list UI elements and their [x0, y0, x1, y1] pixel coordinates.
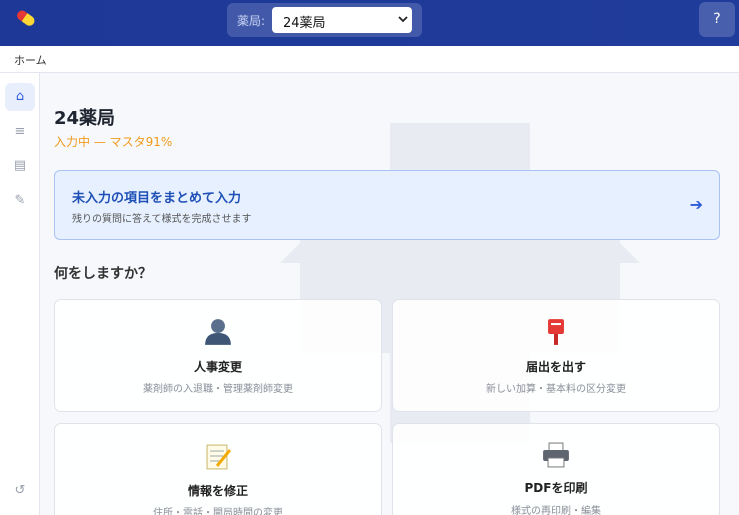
home-icon: ⌂	[15, 89, 25, 104]
progress-status: 入力中 — マスタ91%	[54, 135, 173, 149]
card-subtitle: 薬剤師の入退職・管理薬剤師変更	[143, 384, 293, 395]
sidebar-item-undo[interactable]: ↺	[5, 477, 35, 505]
pharmacy-select[interactable]: 24薬局	[272, 7, 412, 33]
card-submit-notice[interactable]: 届出を出す 新しい加算・基本料の区分変更	[392, 299, 720, 412]
pencil-icon: ✎	[14, 193, 26, 208]
sidebar-item-documents[interactable]: ▤	[5, 152, 35, 180]
fill-missing-banner[interactable]: 未入力の項目をまとめて入力 残りの質問に答えて様式を完成させます ➔	[54, 170, 720, 240]
card-subtitle: 住所・電話・開局時間の変更	[153, 508, 283, 515]
breadcrumb-home[interactable]: ホーム	[14, 52, 47, 68]
pill-logo-icon	[17, 10, 35, 26]
banner-subtitle: 残りの質問に答えて様式を完成させます	[72, 214, 252, 225]
chevron-down-icon	[398, 16, 408, 23]
help-button[interactable]: ?	[699, 2, 735, 37]
list-icon: ≡	[14, 124, 26, 139]
sidebar-item-edit[interactable]: ✎	[5, 187, 35, 215]
card-title: 人事変更	[193, 360, 242, 374]
card-edit-info[interactable]: 情報を修正 住所・電話・開局時間の変更	[54, 423, 382, 515]
pharmacy-selector: 薬局: 24薬局	[227, 3, 422, 37]
pharmacy-label: 薬局:	[237, 14, 266, 28]
section-title: 何をしますか？	[54, 266, 152, 282]
arrow-right-icon: ➔	[689, 195, 703, 214]
card-print-pdf[interactable]: PDFを印刷 様式の再印刷・編集	[392, 423, 720, 515]
document-icon: ▤	[13, 158, 27, 173]
sidebar-item-list[interactable]: ≡	[5, 118, 35, 146]
memo-icon	[206, 444, 232, 470]
card-title: 届出を出す	[525, 360, 586, 374]
person-icon	[205, 319, 231, 345]
app-header: 薬局: 24薬局 ?	[0, 0, 739, 46]
card-title: 情報を修正	[187, 484, 248, 498]
sidebar: ⌂ ≡ ▤ ✎ ↺	[0, 73, 40, 515]
sidebar-item-home[interactable]: ⌂	[5, 83, 35, 111]
breadcrumb: ホーム	[0, 46, 739, 73]
card-staff-change[interactable]: 人事変更 薬剤師の入退職・管理薬剤師変更	[54, 299, 382, 412]
pharmacy-select-value: 24薬局	[283, 16, 326, 31]
undo-icon: ↺	[14, 483, 26, 498]
page-title: 24薬局	[54, 108, 116, 129]
card-title: PDFを印刷	[524, 481, 588, 495]
card-subtitle: 様式の再印刷・編集	[511, 506, 601, 515]
main-content: 24薬局 入力中 — マスタ91% 未入力の項目をまとめて入力 残りの質問に答え…	[40, 73, 739, 515]
printer-icon	[543, 442, 569, 468]
banner-title: 未入力の項目をまとめて入力	[72, 191, 242, 206]
card-subtitle: 新しい加算・基本料の区分変更	[486, 384, 626, 395]
postbox-icon	[548, 319, 564, 345]
